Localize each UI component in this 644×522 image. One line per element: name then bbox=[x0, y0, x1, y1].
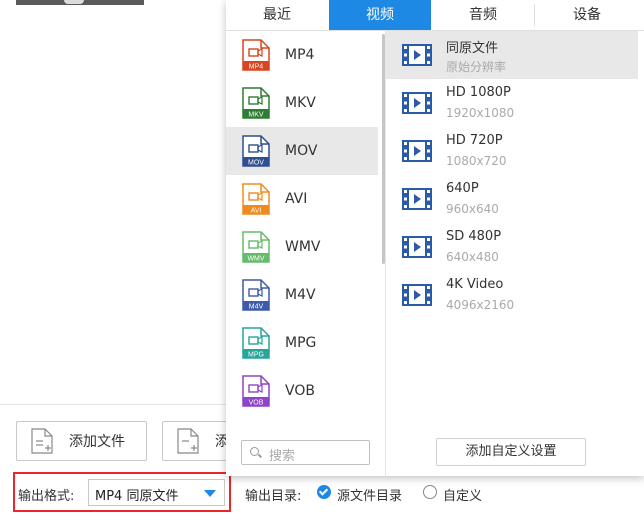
resolution-list: 同原文件原始分辨率 HD 1080P 1920x1080 HD 720P 1080x72… bbox=[386, 31, 644, 431]
video-file-icon: MOV bbox=[242, 135, 270, 167]
resolution-item[interactable]: 同原文件 原始分辨率 bbox=[386, 31, 638, 79]
format-item-mkv[interactable]: MKV MKV bbox=[226, 79, 378, 127]
format-item-mpg[interactable]: MPG MPG bbox=[226, 319, 378, 367]
add-file-label: 添加文件 bbox=[69, 434, 125, 450]
resolution-name: HD 1080P bbox=[446, 85, 511, 100]
format-badge-text: MP4 bbox=[249, 64, 264, 71]
video-thumbnail[interactable] bbox=[16, 0, 144, 5]
format-name: MPG bbox=[285, 335, 317, 351]
film-strip-icon bbox=[402, 92, 432, 114]
format-badge-text: WMV bbox=[247, 256, 264, 263]
format-badge-text: M4V bbox=[249, 304, 264, 311]
format-name: AVI bbox=[285, 191, 308, 207]
format-badge-text: MOV bbox=[248, 160, 264, 167]
output-dir-label: 输出目录: bbox=[245, 489, 302, 504]
resolution-size: 原始分辨率 bbox=[446, 60, 507, 74]
search-placeholder: 搜索 bbox=[269, 449, 296, 464]
resolution-name: SD 480P bbox=[446, 229, 502, 244]
film-strip-icon bbox=[402, 236, 432, 258]
add-custom-setting-button[interactable]: 添加自定义设置 bbox=[436, 438, 586, 466]
format-tabs: 最近 视频 音频 设备 bbox=[226, 0, 644, 31]
format-search-input[interactable]: 搜索 bbox=[241, 440, 370, 465]
format-popup: 最近 视频 音频 设备 MP4 MP4 MKV MKV MOV MOV AVI AVI WMV W… bbox=[226, 0, 644, 476]
search-icon bbox=[250, 447, 259, 456]
radio-source-dir-label[interactable]: 源文件目录 bbox=[337, 485, 402, 504]
format-name: M4V bbox=[285, 287, 316, 303]
thumbnail-detail bbox=[64, 0, 84, 4]
film-strip-icon bbox=[402, 44, 432, 66]
resolution-name: 4K Video bbox=[446, 277, 504, 292]
add-file-icon bbox=[31, 428, 53, 454]
film-strip-icon bbox=[402, 140, 432, 162]
output-format-group: 输出格式: MP4 同原文件 bbox=[13, 472, 231, 512]
video-file-icon: MKV bbox=[242, 87, 270, 119]
format-badge-text: MKV bbox=[248, 112, 264, 119]
format-badge-text: MPG bbox=[248, 352, 264, 359]
resolution-name: 640P bbox=[446, 181, 479, 196]
video-file-icon: VOB bbox=[242, 375, 270, 407]
output-format-select[interactable]: MP4 同原文件 bbox=[88, 479, 225, 506]
format-item-mp4[interactable]: MP4 MP4 bbox=[226, 31, 378, 79]
format-name: MOV bbox=[285, 143, 318, 159]
resolution-size: 960x640 bbox=[446, 202, 499, 216]
tab-video[interactable]: 视频 bbox=[329, 0, 431, 30]
output-format-label: 输出格式: bbox=[18, 489, 75, 504]
tab-recent[interactable]: 最近 bbox=[226, 0, 328, 30]
resolution-name: 同原文件 bbox=[446, 41, 499, 56]
resolution-item[interactable]: HD 1080P 1920x1080 bbox=[386, 79, 638, 127]
format-name: VOB bbox=[285, 383, 315, 399]
format-item-wmv[interactable]: WMV WMV bbox=[226, 223, 378, 271]
film-strip-icon bbox=[402, 188, 432, 210]
format-badge-text: AVI bbox=[251, 208, 262, 215]
video-file-icon: WMV bbox=[242, 231, 270, 263]
format-name: MKV bbox=[285, 95, 316, 111]
format-item-m4v[interactable]: M4V M4V bbox=[226, 271, 378, 319]
resolution-size: 4096x2160 bbox=[446, 298, 515, 312]
chevron-down-icon bbox=[204, 490, 216, 497]
resolution-name: HD 720P bbox=[446, 133, 503, 148]
resolution-size: 1080x720 bbox=[446, 154, 507, 168]
output-format-value: MP4 同原文件 bbox=[95, 489, 179, 504]
radio-custom-dir[interactable] bbox=[423, 485, 437, 499]
resolution-item[interactable]: HD 720P 1080x720 bbox=[386, 127, 638, 175]
add-file-button[interactable]: 添加文件 bbox=[16, 421, 147, 461]
resolution-size: 1920x1080 bbox=[446, 106, 515, 120]
resolution-item[interactable]: 640P 960x640 bbox=[386, 175, 638, 223]
video-file-icon: M4V bbox=[242, 279, 270, 311]
format-name: MP4 bbox=[285, 47, 315, 63]
tab-audio[interactable]: 音频 bbox=[432, 0, 534, 30]
film-strip-icon bbox=[402, 284, 432, 306]
format-badge-text: VOB bbox=[249, 400, 264, 407]
radio-custom-dir-label[interactable]: 自定义 bbox=[443, 485, 482, 504]
resolution-size: 640x480 bbox=[446, 250, 499, 264]
format-item-mov[interactable]: MOV MOV bbox=[226, 127, 378, 175]
format-name: WMV bbox=[285, 239, 321, 255]
format-item-avi[interactable]: AVI AVI bbox=[226, 175, 378, 223]
add-folder-icon bbox=[177, 428, 199, 454]
video-file-icon: MP4 bbox=[242, 39, 270, 71]
format-list: MP4 MP4 MKV MKV MOV MOV AVI AVI WMV WMV M4V M4V MPG M… bbox=[226, 31, 378, 426]
video-file-icon: MPG bbox=[242, 327, 270, 359]
resolution-item[interactable]: SD 480P 640x480 bbox=[386, 223, 638, 271]
format-item-vob[interactable]: VOB VOB bbox=[226, 367, 378, 415]
video-file-icon: AVI bbox=[242, 183, 270, 215]
tab-device[interactable]: 设备 bbox=[535, 0, 639, 30]
resolution-item[interactable]: 4K Video 4096x2160 bbox=[386, 271, 638, 319]
radio-source-dir[interactable] bbox=[317, 485, 331, 499]
